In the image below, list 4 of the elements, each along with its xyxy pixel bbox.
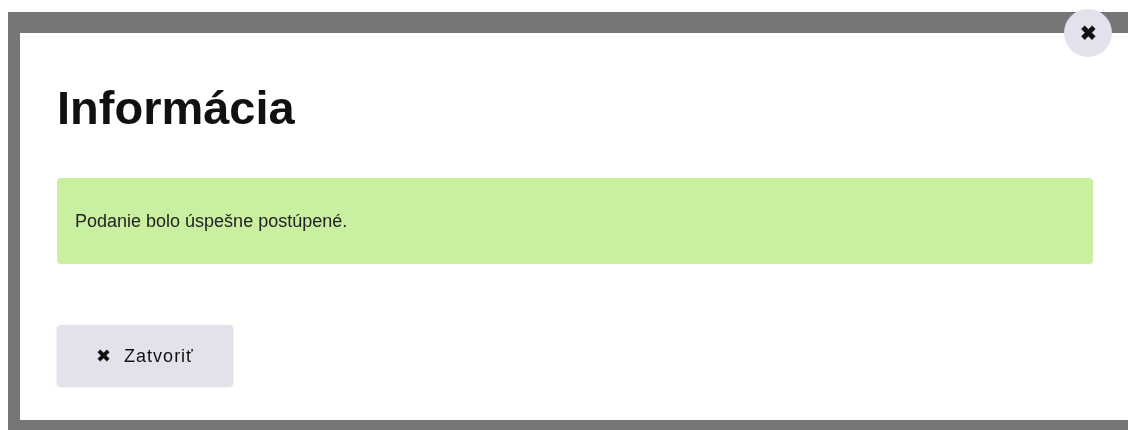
- close-dialog-button[interactable]: ✖ Zatvoriť: [57, 325, 233, 386]
- dialog-title: Informácia: [57, 80, 296, 136]
- close-button[interactable]: ✖: [1064, 9, 1112, 57]
- success-message: Podanie bolo úspešne postúpené.: [57, 178, 1093, 264]
